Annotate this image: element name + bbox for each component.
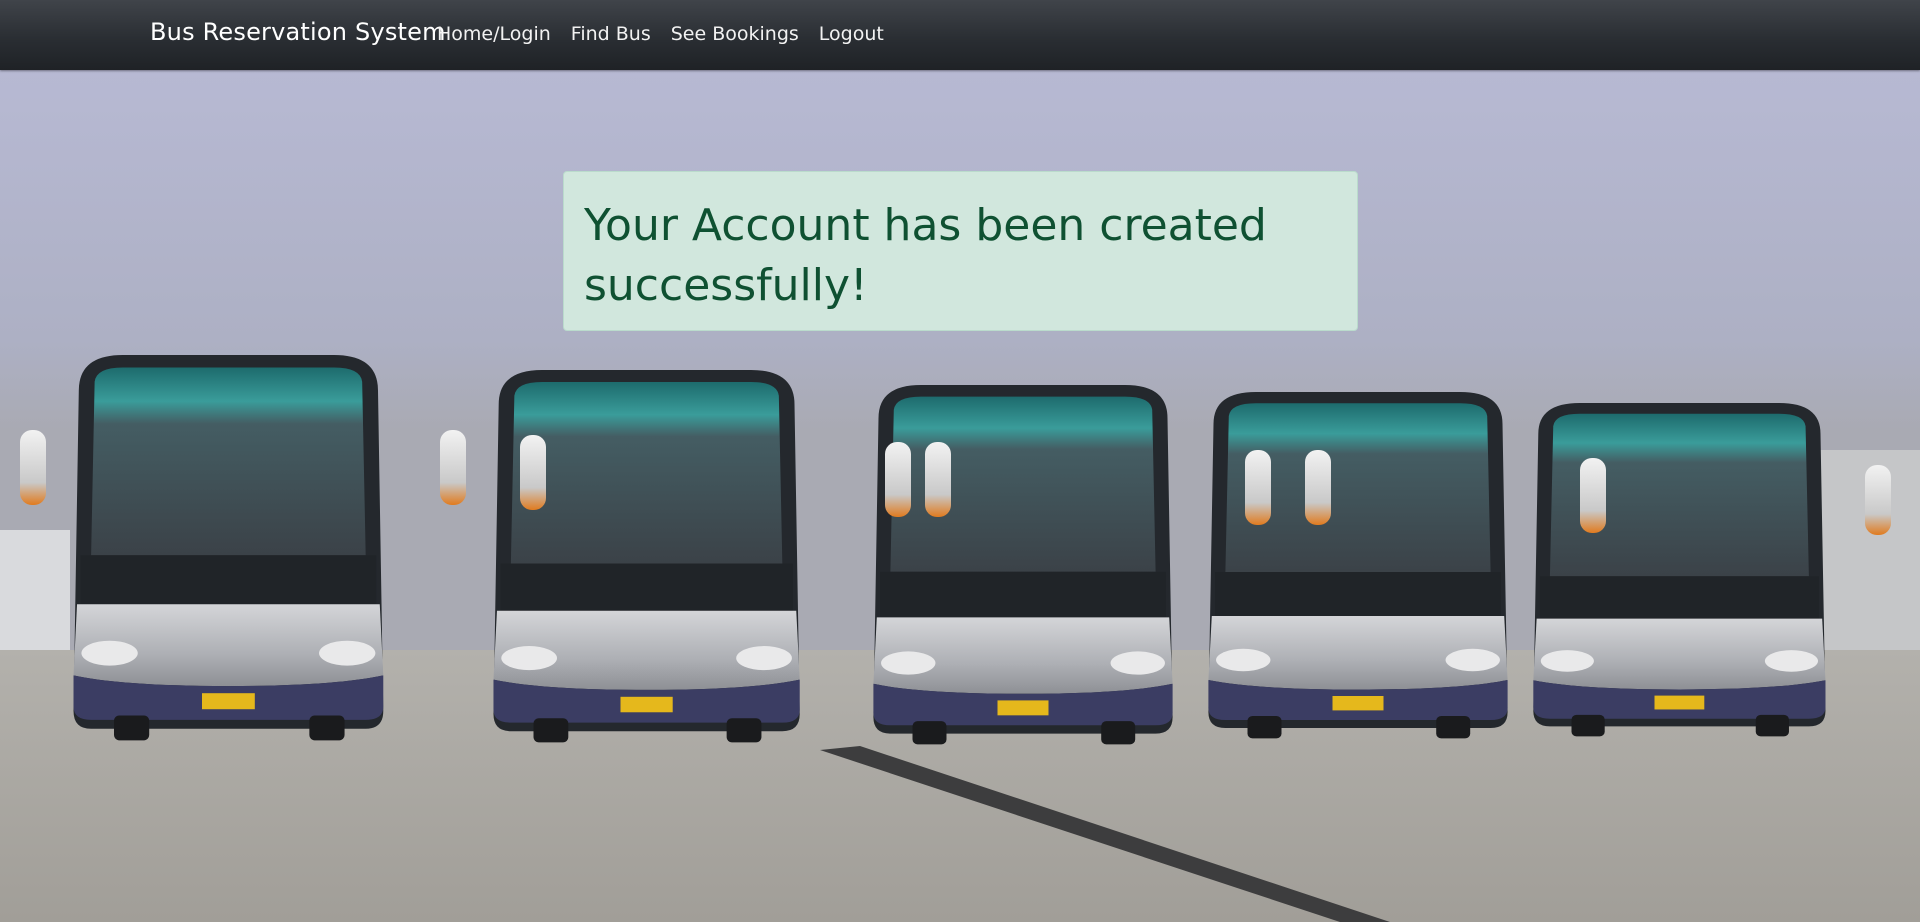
nav-home-login[interactable]: Home/Login xyxy=(437,23,551,45)
nav-find-bus[interactable]: Find Bus xyxy=(571,23,651,45)
success-alert-message: Your Account has been created successful… xyxy=(584,200,1267,311)
nav-links: Home/Login Find Bus See Bookings Logout xyxy=(437,23,904,45)
brand-link[interactable]: Bus Reservation System xyxy=(150,18,446,46)
success-alert: Your Account has been created successful… xyxy=(563,171,1358,331)
top-navbar: Bus Reservation System Home/Login Find B… xyxy=(0,0,1920,70)
nav-see-bookings[interactable]: See Bookings xyxy=(671,23,799,45)
nav-logout[interactable]: Logout xyxy=(819,23,884,45)
